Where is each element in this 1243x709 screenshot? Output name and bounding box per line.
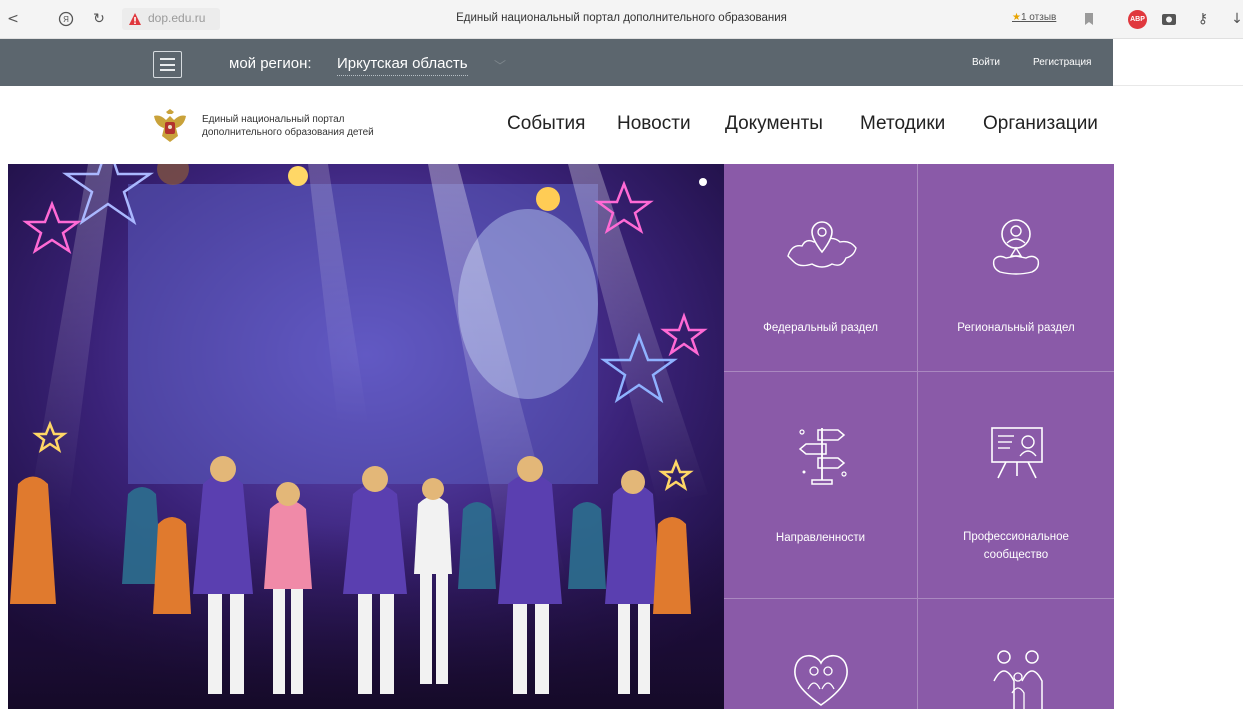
download-icon[interactable]: ↓ xyxy=(1228,10,1243,28)
svg-text:Я: Я xyxy=(63,15,69,24)
tile-directions-label: Направленности xyxy=(775,532,866,544)
reload-icon[interactable]: ↻ xyxy=(90,10,108,28)
teacher-board-icon xyxy=(991,427,1043,479)
tile-professional-label-line1: Профессиональное xyxy=(963,531,1069,543)
url-text[interactable]: dop.edu.ru xyxy=(148,11,205,25)
site-name[interactable]: Единый национальный портал дополнительно… xyxy=(202,113,374,139)
header-right-area xyxy=(1113,39,1243,86)
tile-family-heart[interactable] xyxy=(724,599,918,709)
nav-methods[interactable]: Методики xyxy=(860,113,945,135)
family-icon xyxy=(993,650,1043,709)
nav-organizations[interactable]: Организации xyxy=(983,113,1098,135)
reviews-text: 1 отзыв xyxy=(1020,12,1057,23)
back-icon[interactable]: < xyxy=(4,10,22,28)
tile-professional-community[interactable]: Профессиональное сообщество xyxy=(918,372,1114,599)
tile-professional-label: Профессиональное сообщество xyxy=(918,528,1114,564)
coat-of-arms-logo[interactable] xyxy=(150,106,190,146)
star-icon: ★ xyxy=(1012,12,1021,23)
extension-icon[interactable] xyxy=(1160,10,1178,28)
bookmark-icon[interactable] xyxy=(1080,10,1098,28)
tile-regional-label: Региональный раздел xyxy=(957,322,1075,334)
right-blank-area xyxy=(1114,164,1243,709)
reviews-link[interactable]: ★1 отзыв xyxy=(1012,12,1056,23)
sections-grid: Федеральный раздел Региональный раздел Н… xyxy=(724,164,1114,709)
password-icon[interactable]: ⚷ xyxy=(1194,10,1212,28)
warning-icon[interactable] xyxy=(126,10,144,28)
site-name-line2: дополнительного образования детей xyxy=(202,127,374,138)
tile-directions[interactable]: Направленности xyxy=(724,372,918,599)
nav-events[interactable]: События xyxy=(507,113,585,135)
tile-regional-section[interactable]: Региональный раздел xyxy=(918,164,1114,372)
family-heart-icon xyxy=(794,654,848,706)
nav-news[interactable]: Новости xyxy=(617,113,691,135)
register-link[interactable]: Регистрация xyxy=(1033,57,1091,68)
menu-button[interactable] xyxy=(153,51,182,78)
tile-federal-label: Федеральный раздел xyxy=(763,322,878,334)
login-link[interactable]: Войти xyxy=(972,57,1000,68)
nav-documents[interactable]: Документы xyxy=(725,113,823,135)
region-label: мой регион: xyxy=(229,55,312,72)
russia-map-pin-icon xyxy=(787,221,857,268)
signpost-icon xyxy=(798,428,847,485)
region-select[interactable]: Иркутская область xyxy=(337,55,468,76)
hero-image[interactable] xyxy=(8,164,724,709)
stage-performance-photo xyxy=(8,164,724,709)
tile-professional-label-line2: сообщество xyxy=(983,549,1049,561)
chevron-down-icon[interactable]: ﹀ xyxy=(494,57,506,74)
site-name-line1: Единый национальный портал xyxy=(202,114,345,125)
region-person-pin-icon xyxy=(992,219,1040,275)
tile-federal-section[interactable]: Федеральный раздел xyxy=(724,164,918,372)
yandex-icon[interactable]: Я xyxy=(57,10,75,28)
adblock-icon[interactable]: ABP xyxy=(1128,10,1147,29)
browser-toolbar: < Я ↻ dop.edu.ru Единый национальный пор… xyxy=(0,0,1243,39)
tile-family[interactable] xyxy=(918,599,1114,709)
